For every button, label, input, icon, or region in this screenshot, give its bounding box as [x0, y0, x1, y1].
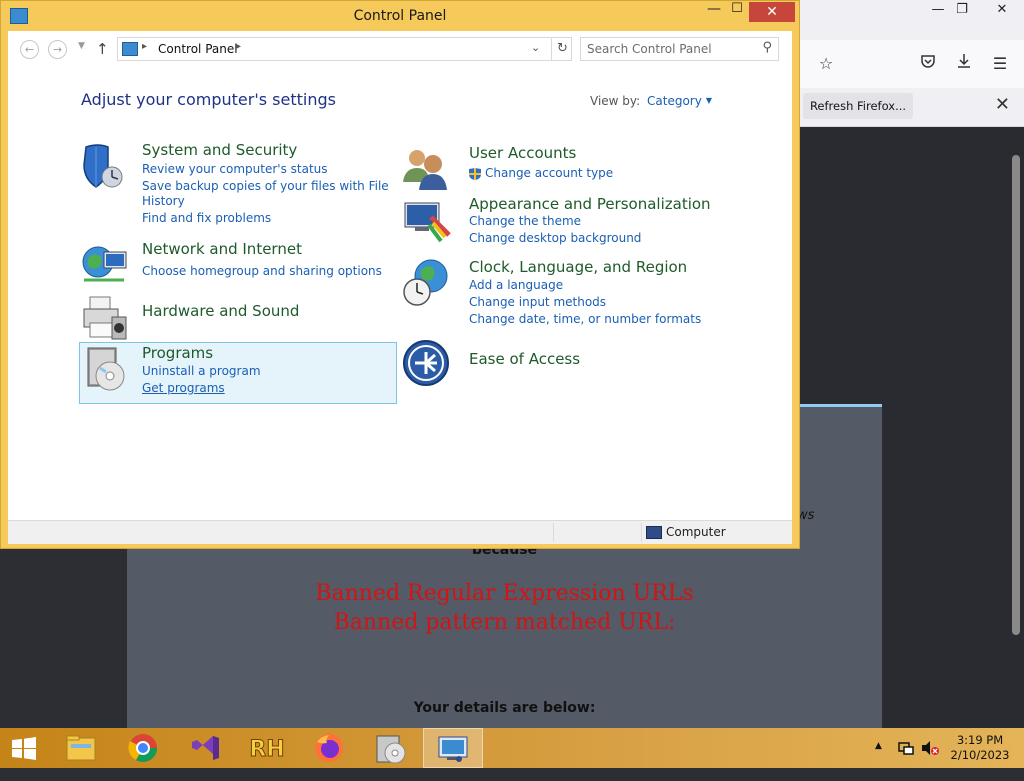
- taskbar-chrome[interactable]: [113, 728, 173, 768]
- menu-icon[interactable]: ☰: [988, 52, 1012, 76]
- svg-text:RH: RH: [249, 737, 284, 762]
- appearance-icon: [401, 195, 451, 245]
- view-by-value: Category: [647, 94, 702, 108]
- users-icon: [401, 144, 451, 194]
- back-button[interactable]: ←: [20, 40, 39, 59]
- taskbar-firefox[interactable]: [299, 728, 359, 768]
- address-bar[interactable]: ▸ Control Panel ▸ ⌄ ↻: [117, 37, 572, 61]
- volume-muted-icon[interactable]: [920, 739, 940, 779]
- details-heading: Your details are below:: [413, 700, 596, 716]
- category-title[interactable]: User Accounts: [469, 144, 576, 162]
- control-panel-titlebar[interactable]: Control Panel — ☐ ✕: [1, 1, 799, 31]
- breadcrumb-arrow-icon[interactable]: ▸: [236, 41, 241, 52]
- banned-reason-line2: Banned pattern matched URL:: [333, 610, 676, 635]
- control-panel-small-icon: [122, 42, 138, 56]
- link-date-time-formats[interactable]: Change date, time, or number formats: [469, 312, 701, 326]
- firefox-notification-bar: Refresh Firefox... ✕: [790, 88, 1024, 127]
- up-arrow-icon[interactable]: ↑: [96, 40, 109, 58]
- link-get-programs[interactable]: Get programs: [142, 381, 225, 395]
- page-heading: Adjust your computer's settings: [81, 90, 336, 109]
- minimize-button[interactable]: —: [701, 1, 727, 21]
- category-title[interactable]: Ease of Access: [469, 350, 580, 368]
- download-icon[interactable]: [952, 52, 976, 76]
- breadcrumb-arrow-icon[interactable]: ▸: [142, 41, 147, 52]
- search-placeholder: Search Control Panel: [587, 42, 712, 56]
- status-computer-text: Computer: [666, 525, 726, 539]
- category-title[interactable]: Clock, Language, and Region: [469, 258, 687, 276]
- close-button[interactable]: ✕: [749, 2, 795, 22]
- link-backup-files-cont[interactable]: History: [142, 194, 185, 208]
- ease-of-access-icon: [401, 339, 451, 389]
- link-change-theme[interactable]: Change the theme: [469, 214, 581, 228]
- taskbar-disk-app[interactable]: [361, 728, 421, 768]
- block-page-accent: [797, 404, 882, 407]
- firefox-close-button[interactable]: ✕: [982, 0, 1022, 22]
- network-tray-icon[interactable]: [897, 739, 915, 779]
- uac-shield-icon: [468, 166, 482, 180]
- navigation-bar: ← → ▼ ↑ ▸ Control Panel ▸ ⌄ ↻ Search Con…: [8, 31, 792, 69]
- link-desktop-background[interactable]: Change desktop background: [469, 231, 641, 245]
- taskbar: RH ▲ 3:19 PM 2/10/2023: [0, 728, 1024, 768]
- system-clock[interactable]: 3:19 PM 2/10/2023: [948, 733, 1012, 763]
- refresh-firefox-button[interactable]: Refresh Firefox...: [803, 93, 913, 119]
- recent-locations-chevron-icon[interactable]: ▼: [78, 41, 85, 51]
- status-separator: [553, 523, 554, 542]
- search-input[interactable]: Search Control Panel ⚲: [580, 37, 779, 61]
- banned-reason-line1: Banned Regular Expression URLs: [315, 581, 694, 606]
- category-title[interactable]: System and Security: [142, 141, 297, 159]
- control-panel-window: Control Panel — ☐ ✕ ← → ▼ ↑ ▸ Control Pa…: [0, 0, 800, 549]
- status-bar: Computer: [8, 520, 792, 544]
- taskbar-file-explorer[interactable]: [51, 728, 111, 768]
- link-add-language[interactable]: Add a language: [469, 278, 563, 292]
- dropdown-triangle-icon: ▼: [705, 96, 712, 105]
- category-title[interactable]: Programs: [142, 344, 213, 362]
- link-review-status[interactable]: Review your computer's status: [142, 162, 328, 176]
- status-separator: [641, 523, 642, 542]
- firefox-titlebar: — ❐ ✕: [790, 0, 1024, 40]
- control-panel-client: ← → ▼ ↑ ▸ Control Panel ▸ ⌄ ↻ Search Con…: [8, 31, 792, 544]
- link-backup-files[interactable]: Save backup copies of your files with Fi…: [142, 179, 389, 193]
- clock-time: 3:19 PM: [956, 733, 1004, 747]
- forward-button[interactable]: →: [48, 40, 67, 59]
- firefox-toolbar: ☆ ☰: [790, 40, 1024, 89]
- breadcrumb-control-panel[interactable]: Control Panel: [158, 42, 238, 56]
- shield-icon: [80, 141, 130, 191]
- link-uninstall-program[interactable]: Uninstall a program: [142, 364, 261, 378]
- search-icon[interactable]: ⚲: [762, 40, 772, 55]
- scrollbar-thumb[interactable]: [1012, 155, 1020, 635]
- maximize-button[interactable]: ☐: [727, 1, 747, 21]
- taskbar-visual-studio[interactable]: [175, 728, 235, 768]
- link-change-account-type[interactable]: Change account type: [485, 166, 613, 180]
- globe-network-icon: [80, 240, 130, 290]
- pocket-icon[interactable]: [916, 52, 940, 76]
- clock-globe-icon: [401, 258, 451, 308]
- category-title[interactable]: Network and Internet: [142, 240, 302, 258]
- view-by-label: View by:: [590, 94, 641, 108]
- link-input-methods[interactable]: Change input methods: [469, 295, 606, 309]
- bookmark-star-icon[interactable]: ☆: [814, 52, 838, 76]
- close-notification-icon[interactable]: ✕: [995, 94, 1010, 115]
- window-title: Control Panel: [353, 8, 447, 24]
- computer-icon: [646, 526, 662, 539]
- programs-disc-icon: [80, 344, 130, 394]
- view-by-dropdown[interactable]: Category ▼: [647, 94, 712, 108]
- firefox-restore-button[interactable]: ❐: [942, 0, 982, 22]
- show-hidden-icons-chevron-icon[interactable]: ▲: [875, 741, 882, 781]
- start-button[interactable]: [0, 728, 48, 768]
- category-title[interactable]: Appearance and Personalization: [469, 195, 711, 213]
- taskbar-rh-app[interactable]: RH: [237, 728, 297, 768]
- category-title[interactable]: Hardware and Sound: [142, 302, 299, 320]
- address-dropdown-chevron-icon[interactable]: ⌄: [531, 41, 540, 54]
- link-homegroup-sharing[interactable]: Choose homegroup and sharing options: [142, 264, 382, 278]
- clock-date: 2/10/2023: [950, 748, 1010, 762]
- printer-icon: [80, 293, 130, 343]
- link-fix-problems[interactable]: Find and fix problems: [142, 211, 271, 225]
- refresh-icon[interactable]: ↻: [551, 38, 573, 60]
- taskbar-control-panel[interactable]: [423, 728, 483, 768]
- firefox-scrollbar[interactable]: [1008, 127, 1024, 728]
